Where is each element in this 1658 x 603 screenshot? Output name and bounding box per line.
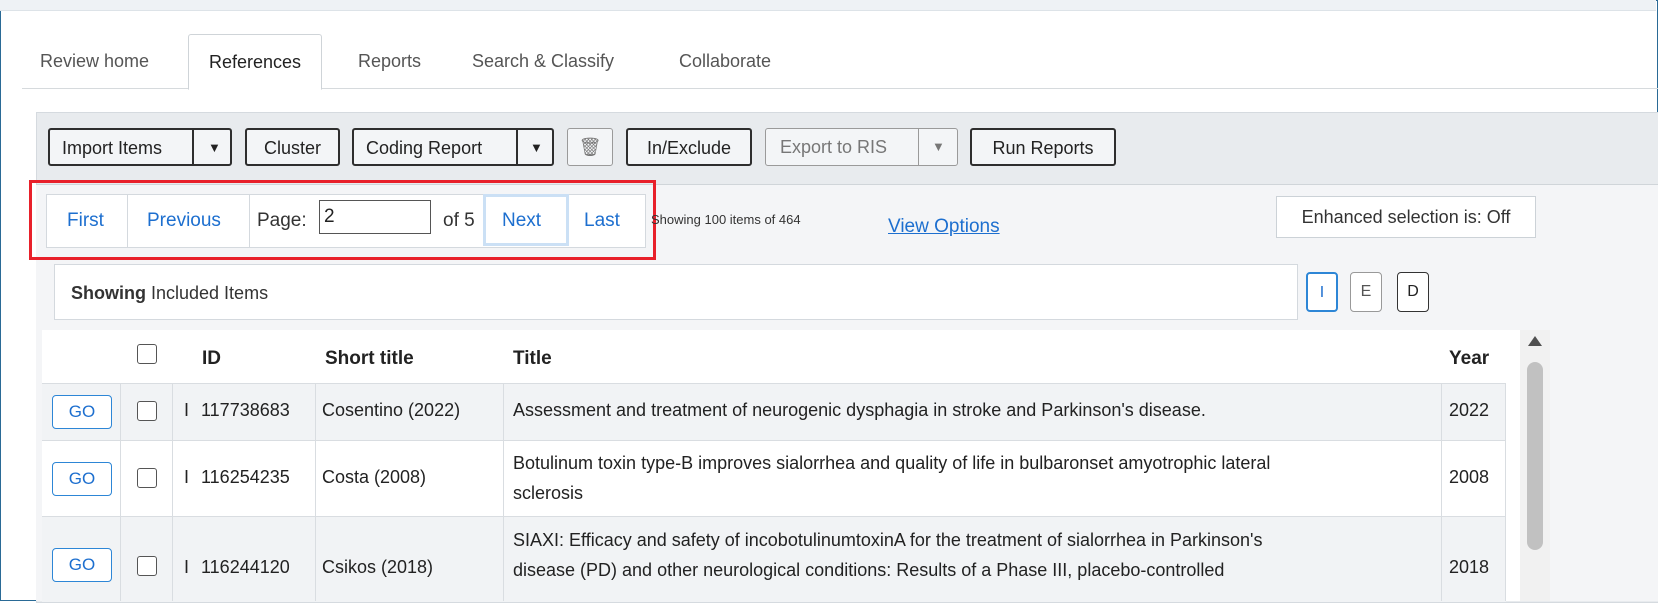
import-items-button[interactable]: Import Items ▼	[48, 128, 232, 166]
export-ris-dropdown-icon[interactable]: ▼	[932, 129, 945, 165]
filter-status-text: Included Items	[146, 283, 269, 303]
row-id: 117738683	[201, 400, 290, 420]
row-status-flag: I	[184, 400, 190, 420]
import-items-label: Import Items	[62, 138, 163, 158]
in-exclude-button[interactable]: In/Exclude	[626, 128, 752, 166]
row-id: 116244120	[201, 557, 290, 577]
column-header-title[interactable]: Title	[513, 348, 552, 370]
filter-status-bold: Showing	[71, 283, 146, 303]
scrollbar-thumb[interactable]	[1527, 362, 1543, 550]
row-year: 2008	[1449, 467, 1490, 487]
scroll-up-icon[interactable]	[1528, 336, 1542, 346]
go-button[interactable]: GO	[52, 548, 112, 582]
tab-collaborate[interactable]: Collaborate	[659, 34, 791, 88]
coding-report-label: Coding Report	[366, 138, 483, 158]
highlight-box	[29, 180, 656, 260]
export-ris-button[interactable]: Export to RIS ▼	[765, 128, 958, 166]
filter-deleted-button[interactable]: D	[1397, 272, 1429, 312]
top-strip	[0, 0, 1656, 11]
row-title-line: sclerosis	[513, 483, 584, 503]
row-title-line: SIAXI: Efficacy and safety of incobotuli…	[513, 530, 1263, 550]
export-ris-divider	[918, 129, 919, 165]
trash-icon[interactable]: 🗑	[567, 128, 613, 166]
row-id: 116254235	[201, 467, 290, 487]
import-items-divider	[192, 130, 194, 164]
row-checkbox[interactable]	[137, 556, 157, 576]
row-status-flag: I	[184, 467, 190, 487]
column-header-year[interactable]: Year	[1449, 348, 1489, 370]
go-button[interactable]: GO	[52, 462, 112, 496]
tab-search-classify[interactable]: Search & Classify	[452, 34, 634, 88]
row-short-title: Costa (2008)	[322, 467, 427, 487]
select-all-checkbox[interactable]	[137, 344, 157, 364]
row-year: 2022	[1449, 400, 1490, 420]
row-title: Assessment and treatment of neurogenic d…	[513, 400, 1206, 420]
column-divider	[1441, 383, 1442, 601]
export-ris-label: Export to RIS	[780, 137, 888, 157]
tab-review-home[interactable]: Review home	[22, 34, 169, 88]
coding-report-divider	[516, 130, 518, 164]
enhanced-selection-toggle[interactable]: Enhanced selection is: Off	[1276, 196, 1536, 238]
row-checkbox[interactable]	[137, 401, 157, 421]
column-header-short-title[interactable]: Short title	[325, 348, 414, 370]
row-checkbox[interactable]	[137, 468, 157, 488]
row-year: 2018	[1449, 557, 1490, 577]
filter-included-button[interactable]: I	[1306, 272, 1338, 312]
row-title-line: disease (PD) and other neurological cond…	[513, 560, 1225, 580]
run-reports-button[interactable]: Run Reports	[970, 128, 1116, 166]
coding-report-dropdown-icon[interactable]: ▼	[530, 130, 543, 166]
column-divider	[172, 383, 173, 601]
column-divider	[120, 383, 121, 601]
import-items-dropdown-icon[interactable]: ▼	[208, 130, 221, 166]
go-button[interactable]: GO	[52, 395, 112, 429]
row-title-line: Botulinum toxin type-B improves sialorrh…	[513, 453, 1271, 473]
row-short-title: Csikos (2018)	[322, 557, 434, 577]
cluster-button[interactable]: Cluster	[245, 128, 340, 166]
filter-status-bar: Showing Included Items	[54, 264, 1298, 320]
column-header-id[interactable]: ID	[202, 348, 221, 370]
column-divider	[503, 383, 504, 601]
view-options-link[interactable]: View Options	[888, 216, 1000, 238]
tab-references[interactable]: References	[188, 34, 323, 90]
coding-report-button[interactable]: Coding Report ▼	[352, 128, 554, 166]
tab-reports[interactable]: Reports	[338, 34, 441, 88]
filter-excluded-button[interactable]: E	[1350, 272, 1382, 312]
row-status-flag: I	[184, 557, 190, 577]
row-short-title: Cosentino (2022)	[322, 400, 461, 420]
showing-count: Showing 100 items of 464	[651, 212, 801, 227]
column-divider	[315, 383, 316, 601]
column-divider	[1505, 383, 1506, 601]
tab-bar: Review home References Reports Search & …	[22, 34, 1658, 90]
